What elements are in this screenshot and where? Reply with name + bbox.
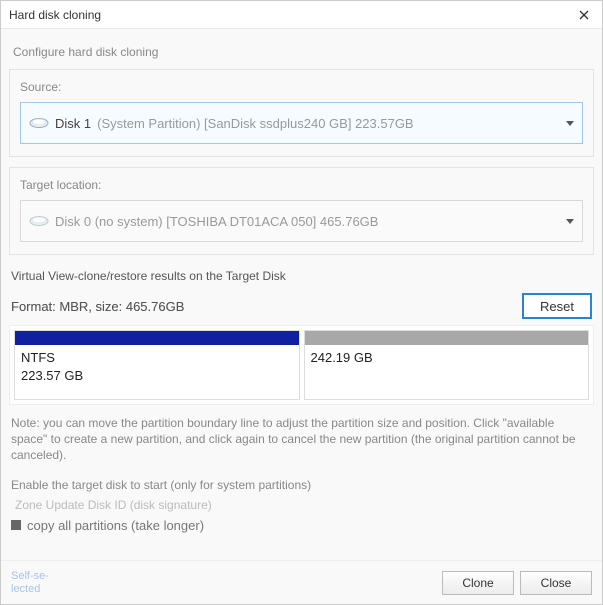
target-disk-select[interactable]: Disk 0 (no system) [TOSHIBA DT01ACA 050]…: [20, 200, 583, 242]
partition-header: [305, 331, 589, 345]
partition-fs: NTFS: [21, 349, 293, 367]
disk-icon: [29, 214, 49, 228]
source-disk-name: Disk 1: [55, 116, 91, 131]
disk-signature-label: Zone Update Disk ID (disk signature): [15, 498, 588, 512]
copy-all-label: copy all partitions (take longer): [27, 518, 204, 533]
partition-size: 223.57 GB: [21, 367, 293, 385]
disk-icon: [29, 116, 49, 130]
source-disk-desc: (System Partition) [SanDisk ssdplus240 G…: [97, 116, 413, 131]
partition-note: Note: you can move the partition boundar…: [11, 415, 592, 464]
partition-header: [15, 331, 299, 345]
chevron-down-icon: [566, 114, 574, 132]
source-disk-select[interactable]: Disk 1 (System Partition) [SanDisk ssdpl…: [20, 102, 583, 144]
clone-button[interactable]: Clone: [442, 571, 514, 595]
target-group: Target location: Disk 0 (no system) [TOS…: [9, 167, 594, 255]
partition-block[interactable]: NTFS 223.57 GB: [14, 330, 300, 400]
copy-all-checkbox[interactable]: copy all partitions (take longer): [11, 518, 592, 533]
virtual-view-label: Virtual View-clone/restore results on th…: [11, 269, 592, 283]
checkbox-box-icon: [11, 520, 21, 530]
partition-size: 242.19 GB: [311, 349, 583, 367]
format-info: Format: MBR, size: 465.76GB: [11, 299, 522, 314]
partition-view[interactable]: NTFS 223.57 GB 242.19 GB: [9, 325, 594, 405]
target-label: Target location:: [20, 178, 583, 192]
source-label: Source:: [20, 80, 583, 94]
target-disk-name: Disk 0 (no system) [TOSHIBA DT01ACA 050]…: [55, 214, 378, 229]
close-icon[interactable]: [574, 5, 594, 25]
self-selected-label: Self-se- lected: [11, 570, 49, 594]
partition-block[interactable]: 242.19 GB: [304, 330, 590, 400]
page-subtitle: Configure hard disk cloning: [13, 45, 594, 59]
source-group: Source: Disk 1 (System Partition) [SanDi…: [9, 69, 594, 157]
chevron-down-icon: [566, 212, 574, 230]
reset-button[interactable]: Reset: [522, 293, 592, 319]
enable-boot-label: Enable the target disk to start (only fo…: [11, 478, 592, 492]
window-title: Hard disk cloning: [9, 8, 574, 22]
close-button[interactable]: Close: [520, 571, 592, 595]
